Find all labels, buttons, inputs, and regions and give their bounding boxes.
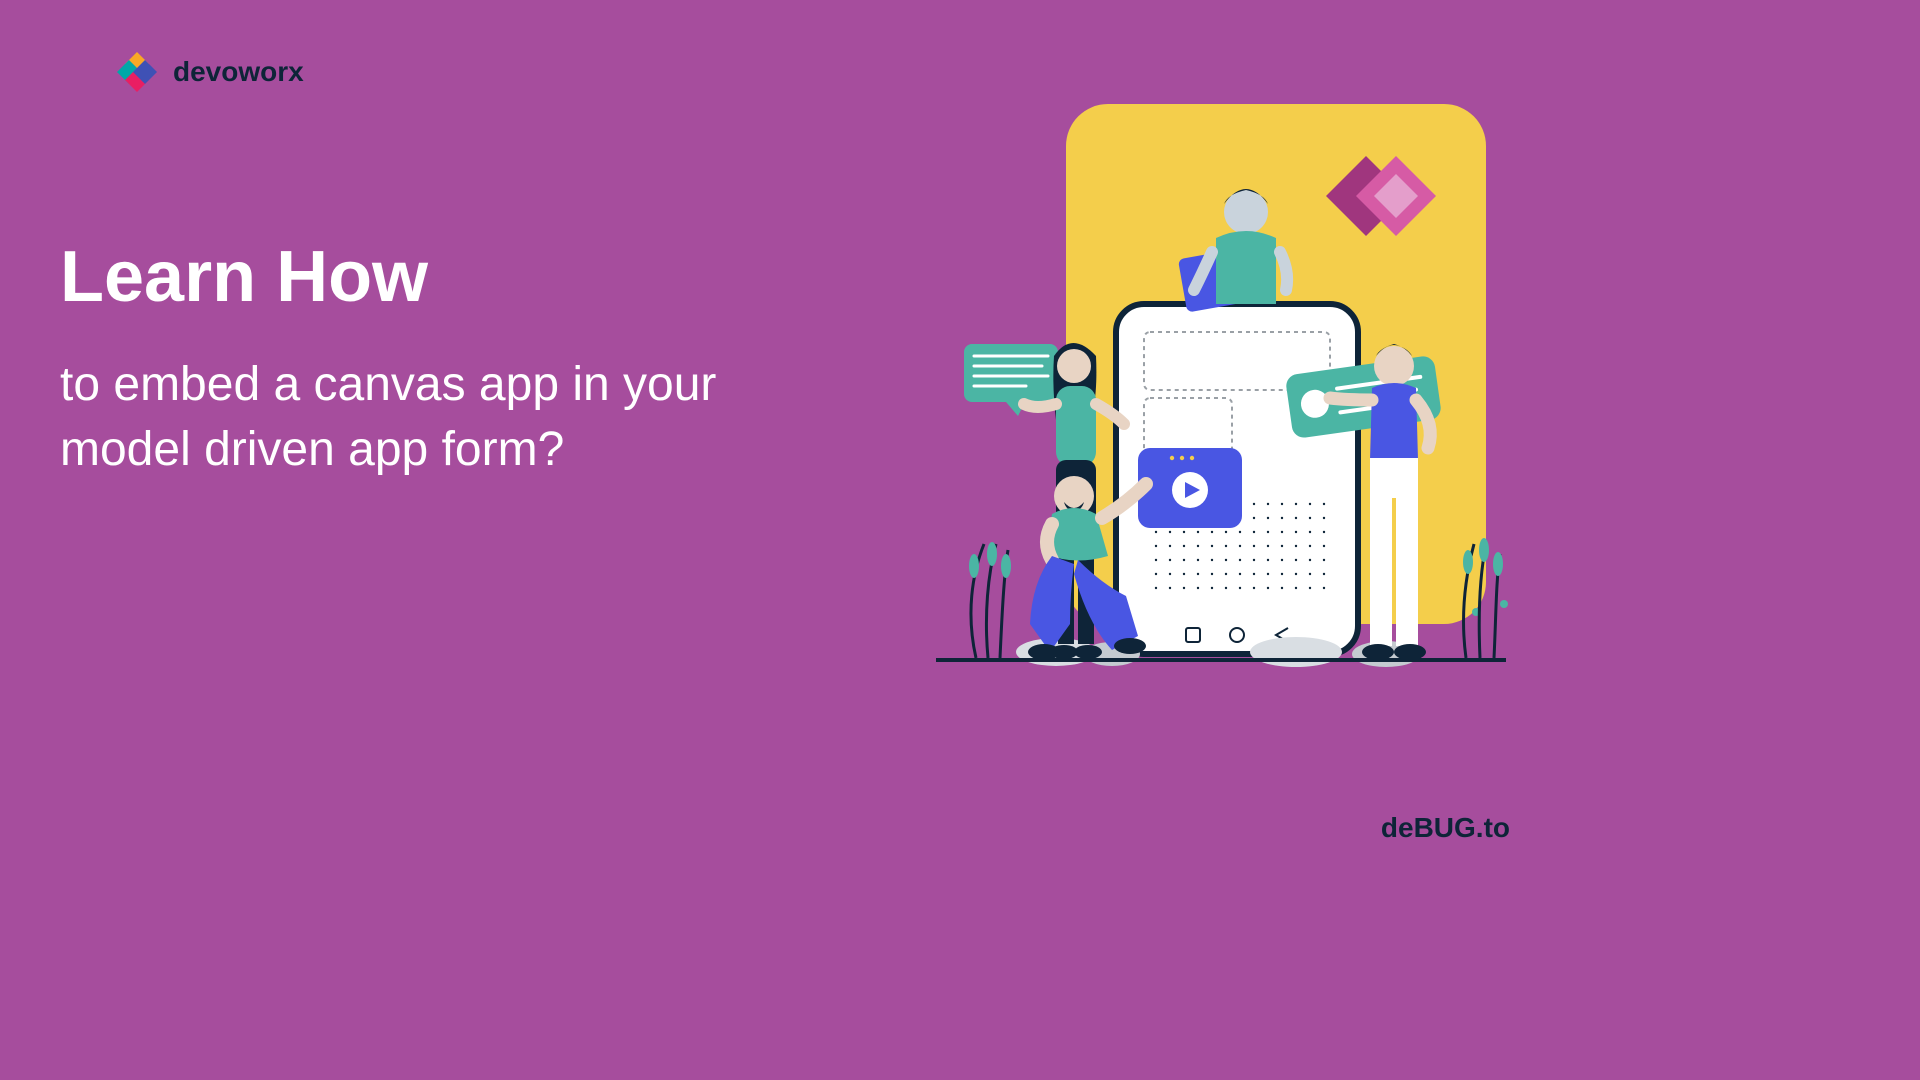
hero-illustration: [856, 104, 1516, 684]
hero-heading: Learn How to embed a canvas app in your …: [60, 238, 840, 483]
brand-name: devoworx: [173, 56, 304, 88]
devoworx-logo-icon: [115, 50, 159, 94]
heading-main: Learn How: [60, 238, 840, 317]
footer-brand: deBUG.to: [1381, 812, 1510, 844]
heading-sub: to embed a canvas app in your model driv…: [60, 353, 840, 483]
brand-logo: devoworx: [115, 50, 304, 94]
